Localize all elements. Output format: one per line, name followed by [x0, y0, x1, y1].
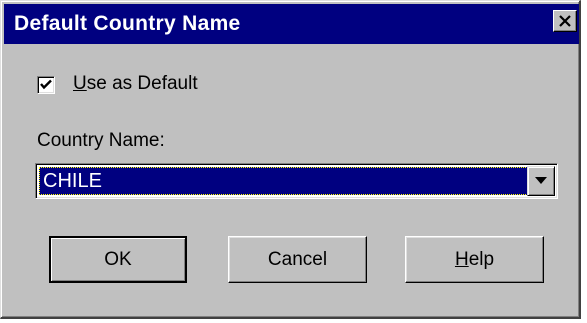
button-label-text: elp: [468, 249, 495, 270]
use-as-default-label[interactable]: Use as Default: [73, 73, 198, 95]
dropdown-button[interactable]: [527, 166, 555, 196]
title-bar[interactable]: Default Country Name: [4, 4, 579, 44]
close-button[interactable]: [553, 10, 577, 32]
country-name-combobox[interactable]: CHILE: [35, 163, 558, 199]
accelerator-letter: U: [73, 73, 87, 94]
label-text: se as Default: [86, 73, 198, 94]
help-button[interactable]: Help: [405, 236, 544, 283]
close-icon: [559, 15, 571, 27]
use-as-default-checkbox[interactable]: [37, 76, 55, 94]
country-name-label: Country Name:: [37, 130, 165, 151]
dialog-title: Default Country Name: [14, 12, 241, 35]
default-country-dialog: Default Country Name Use as Default Coun…: [0, 0, 581, 319]
country-name-value[interactable]: CHILE: [39, 167, 528, 195]
accelerator-letter: H: [454, 249, 469, 270]
checkmark-icon: [40, 79, 52, 90]
ok-button[interactable]: OK: [49, 236, 187, 283]
cancel-button[interactable]: Cancel: [228, 236, 367, 283]
chevron-down-icon: [535, 177, 547, 184]
